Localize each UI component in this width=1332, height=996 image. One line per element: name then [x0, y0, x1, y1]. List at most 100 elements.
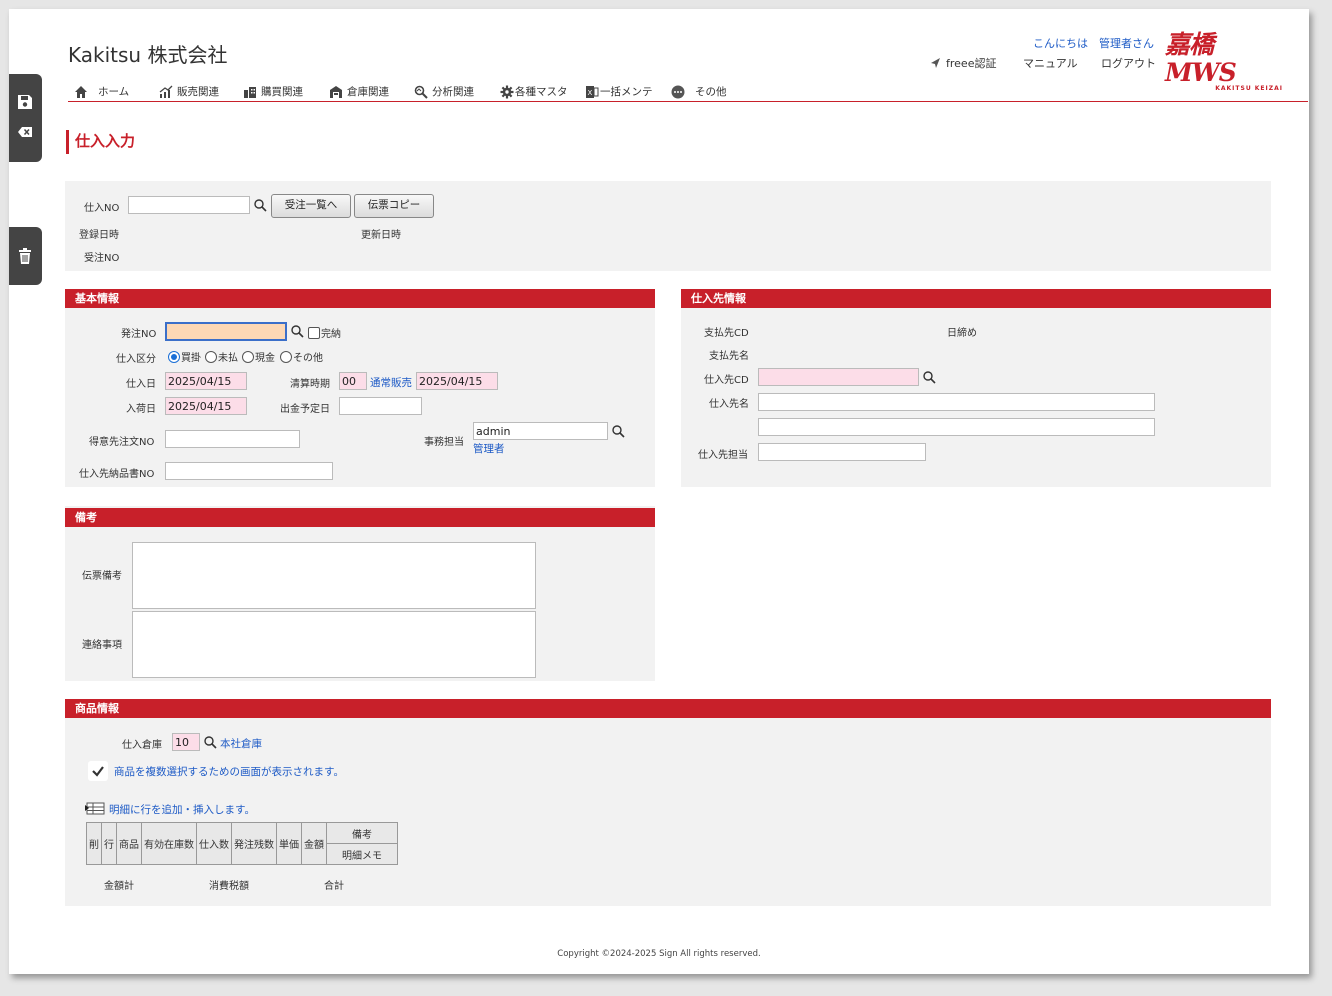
pay-name-label: 支払先名	[709, 351, 749, 362]
cust-order-input[interactable]	[165, 430, 300, 448]
greeting-text: こんにちは	[1033, 37, 1088, 50]
freee-auth-link[interactable]: freee認証	[929, 55, 996, 71]
nav-warehouse[interactable]: 倉庫関連	[329, 84, 389, 99]
products-header: 商品情報	[65, 699, 1271, 718]
type-radio-genkin[interactable]: 現金	[242, 349, 275, 364]
closing-label: 日締め	[947, 328, 977, 339]
pay-plan-input[interactable]	[339, 397, 422, 415]
radio[interactable]	[280, 351, 292, 363]
product-table: 削 行 商品 有効在庫数 仕入数 発注残数 単価 金額 備考 明細メモ	[86, 822, 398, 865]
warehouse-search-icon[interactable]	[204, 736, 217, 749]
po-no-input[interactable]	[165, 322, 287, 341]
building-icon	[244, 86, 256, 98]
col-product: 商品	[116, 822, 142, 865]
radio[interactable]	[242, 351, 254, 363]
radio[interactable]	[205, 351, 217, 363]
type-label: 仕入区分	[116, 354, 156, 365]
warehouse-code-input[interactable]	[172, 733, 200, 751]
multi-select-button[interactable]	[88, 761, 108, 781]
add-row-icon[interactable]	[85, 801, 105, 815]
svg-text:X: X	[588, 89, 593, 97]
copyright: Copyright ©2024-2025 Sign All rights res…	[557, 949, 761, 959]
warehouse-name-link[interactable]: 本社倉庫	[220, 736, 262, 751]
type-radio-kakekake[interactable]: 買掛	[168, 349, 201, 364]
search-icon[interactable]	[254, 199, 267, 212]
chart-icon	[159, 85, 173, 98]
arrival-date-input[interactable]	[165, 397, 247, 415]
brand-logo: 嘉橋MWS KAKITSU KEIZAI	[1165, 31, 1283, 93]
supplier-name2-input[interactable]	[758, 418, 1155, 436]
purchase-date-input[interactable]	[165, 372, 247, 390]
warehouse-label: 仕入倉庫	[122, 740, 162, 751]
created-at-label: 登録日時	[79, 230, 119, 241]
col-delete: 削	[86, 822, 102, 865]
slip-remarks-textarea[interactable]	[132, 542, 536, 609]
add-row-text[interactable]: 明細に行を追加・挿入します。	[109, 802, 255, 817]
basic-info-header: 基本情報	[65, 289, 655, 308]
settle-code-input[interactable]	[339, 372, 367, 390]
shiire-no-input[interactable]	[128, 196, 250, 214]
user-name-link[interactable]: 管理者さん	[1099, 35, 1154, 51]
page-frame: Kakitsu 株式会社 こんにちは 管理者さん freee認証 マニュアル ロ…	[9, 9, 1309, 974]
radio-selected[interactable]	[168, 351, 180, 363]
nav-analysis[interactable]: 分析関連	[414, 84, 474, 99]
contact-textarea[interactable]	[132, 611, 536, 678]
gear-icon	[500, 85, 514, 98]
warehouse-icon	[330, 85, 342, 98]
staff-input[interactable]	[473, 422, 608, 440]
total-label: 金額計	[104, 881, 134, 892]
clear-icon[interactable]	[17, 126, 33, 138]
save-icon[interactable]	[17, 94, 33, 110]
nav-other[interactable]: その他	[671, 84, 727, 99]
nav-master[interactable]: 各種マスタ	[500, 84, 568, 99]
delivery-no-label: 仕入先納品書NO	[79, 469, 155, 480]
delivery-no-input[interactable]	[165, 462, 333, 480]
type-radio-mibarai[interactable]: 未払	[205, 349, 238, 364]
manual-link[interactable]: マニュアル	[1023, 55, 1078, 71]
multi-select-text[interactable]: 商品を複数選択するための画面が表示されます。	[114, 764, 344, 779]
col-unit-price: 単価	[276, 822, 302, 865]
trash-icon[interactable]	[18, 248, 32, 264]
updated-at-label: 更新日時	[361, 230, 401, 241]
nav-underline	[68, 101, 1308, 102]
settle-date-input[interactable]	[416, 372, 498, 390]
slip-remarks-label: 伝票備考	[82, 571, 122, 582]
nav-bulk[interactable]: X 一括メンテ	[585, 84, 653, 99]
contact-label: 連絡事項	[82, 640, 122, 651]
tax-label: 消費税額	[209, 881, 249, 892]
nav-sales[interactable]: 販売関連	[159, 84, 219, 99]
staff-name-link[interactable]: 管理者	[473, 441, 505, 456]
check-icon	[92, 766, 104, 777]
side-toolbar-top	[9, 74, 42, 162]
supplier-name-input[interactable]	[758, 393, 1155, 411]
supplier-staff-input[interactable]	[758, 443, 926, 461]
col-po-remaining: 発注残数	[231, 822, 277, 865]
logout-link[interactable]: ログアウト	[1101, 55, 1156, 71]
complete-checkbox[interactable]: 完納	[308, 325, 341, 340]
complete-check-box[interactable]	[308, 327, 320, 339]
remarks-header: 備考	[65, 508, 655, 527]
supplier-name-label: 仕入先名	[709, 399, 749, 410]
nav-home[interactable]: ホーム	[74, 84, 129, 99]
supplier-search-icon[interactable]	[923, 371, 936, 384]
grand-total-label: 合計	[324, 881, 344, 892]
order-list-button[interactable]: 受注一覧へ	[271, 194, 351, 218]
type-radio-other[interactable]: その他	[280, 349, 323, 364]
col-memo: 明細メモ	[326, 843, 398, 865]
slip-copy-button[interactable]: 伝票コピー	[354, 194, 434, 218]
supplier-cd-input[interactable]	[758, 368, 919, 386]
col-remarks: 備考	[326, 822, 398, 844]
settle-name-link[interactable]: 通常販売	[370, 375, 412, 390]
staff-label: 事務担当	[424, 437, 464, 448]
analysis-icon	[414, 85, 428, 99]
freee-icon	[931, 58, 940, 68]
logo-text: 嘉橋MWS	[1165, 30, 1237, 87]
cust-order-label: 得意先注文NO	[89, 437, 155, 448]
more-icon	[671, 85, 685, 98]
staff-search-icon[interactable]	[612, 425, 625, 438]
nav-purchase[interactable]: 購買関連	[243, 84, 303, 99]
po-search-icon[interactable]	[291, 325, 304, 338]
supplier-cd-label: 仕入先CD	[704, 375, 749, 386]
slip-header-panel	[65, 181, 1271, 271]
pay-cd-label: 支払先CD	[704, 328, 749, 339]
